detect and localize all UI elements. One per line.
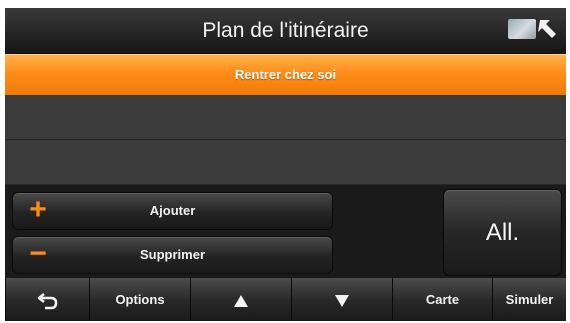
all-button[interactable]: All. [443,189,562,276]
route-item-empty[interactable] [5,140,566,185]
page-title: Plan de l'itinéraire [202,19,369,42]
move-up-button[interactable] [190,278,291,321]
route-item-empty[interactable] [5,95,566,140]
navigation-screen: Plan de l'itinéraire Rentrer chez soi + … [5,8,566,321]
route-item-selected[interactable]: Rentrer chez soi [5,54,566,95]
move-down-button[interactable] [291,278,392,321]
add-waypoint-button[interactable]: + Ajouter [12,192,333,230]
up-triangle-icon [234,294,248,307]
back-arrow-icon [37,292,57,309]
back-arrow-icon [538,20,556,38]
remove-waypoint-button[interactable]: − Supprimer [12,236,333,274]
map-button[interactable]: Carte [392,278,492,321]
down-triangle-icon [335,294,349,307]
map-thumbnail-icon [508,19,536,39]
options-button[interactable]: Options [89,278,190,321]
title-bar: Plan de l'itinéraire [5,8,566,54]
back-button[interactable] [5,278,89,321]
bottom-toolbar: Options Carte Simuler [5,278,566,321]
map-view-button[interactable] [508,16,560,44]
remove-label: Supprimer [139,247,205,262]
add-label: Ajouter [149,203,196,218]
simulate-button[interactable]: Simuler [492,278,566,321]
